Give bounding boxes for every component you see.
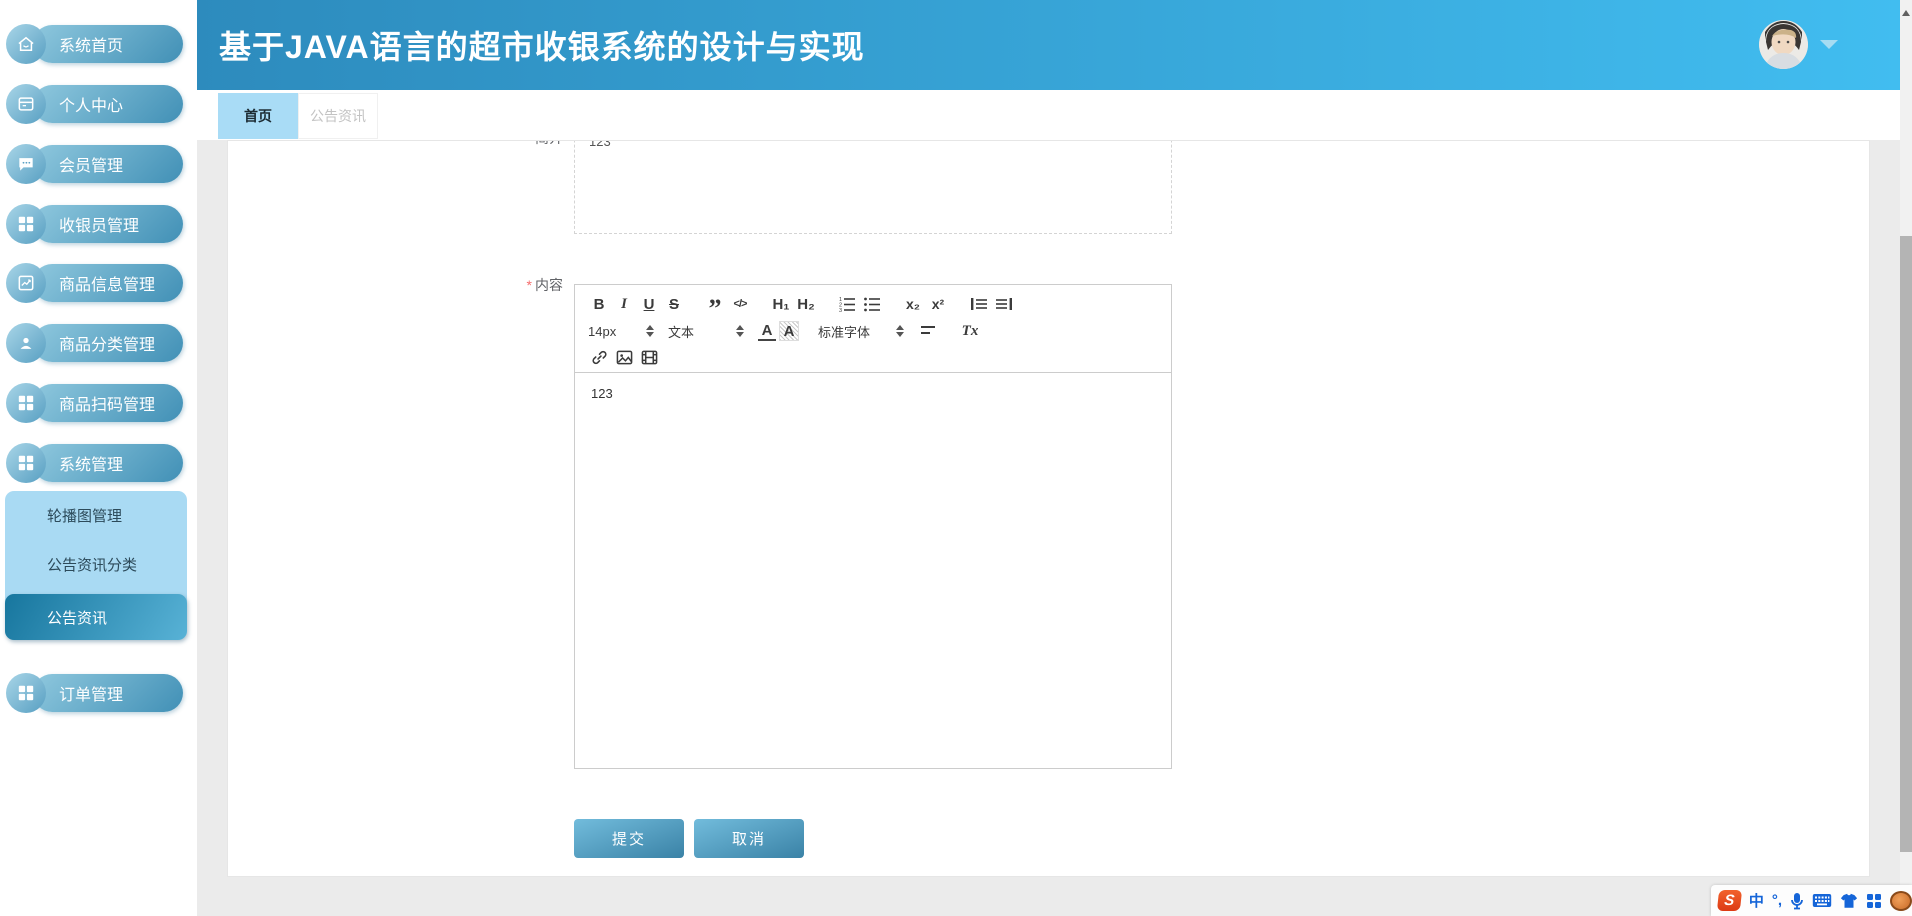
sidebar-item-product-scan-mgmt[interactable]: 商品扫码管理 (6, 383, 183, 423)
sidebar-item-label: 系统首页 (33, 25, 183, 63)
image-icon[interactable] (613, 345, 635, 369)
user-icon (6, 323, 46, 363)
spinner-icon (646, 325, 654, 337)
intro-textarea[interactable]: 123 (574, 141, 1172, 234)
spinner-icon (736, 325, 744, 337)
toolbar-row-2: 14px 文本 A A 标准字体 Tx (588, 319, 1158, 343)
sidebar-item-order-mgmt[interactable]: 订单管理 (6, 673, 183, 713)
heading2-button[interactable]: H₂ (795, 292, 817, 316)
content-label-text: 内容 (535, 277, 563, 293)
punctuation-mode-icon[interactable]: °, (1772, 892, 1782, 909)
toolbar-row-3 (588, 346, 1158, 368)
font-family-select[interactable]: 标准字体 (818, 322, 914, 341)
underline-button[interactable]: U (638, 292, 660, 316)
background-color-button[interactable]: A (779, 321, 799, 341)
grid-icon (6, 443, 46, 483)
sidebar-item-product-category-mgmt[interactable]: 商品分类管理 (6, 323, 183, 363)
intro-field-label: 简介 (228, 141, 563, 148)
microphone-icon[interactable] (1790, 892, 1804, 910)
rich-text-editor: B I U S ” </> H₁ H₂ 123 x₂ x² 14px 文本 A … (574, 284, 1172, 769)
font-size-value: 14px (588, 323, 617, 339)
sidebar-item-label: 收银员管理 (33, 205, 183, 243)
sidebar-item-label: 商品信息管理 (33, 264, 183, 302)
sidebar-item-label: 订单管理 (33, 674, 183, 712)
clear-format-button[interactable]: Tx (959, 319, 981, 343)
tab-notice[interactable]: 公告资讯 (298, 93, 378, 139)
editor-toolbar: B I U S ” </> H₁ H₂ 123 x₂ x² 14px 文本 A … (575, 285, 1171, 373)
tray-extra-icon[interactable] (1890, 890, 1912, 911)
link-icon[interactable] (588, 345, 610, 369)
superscript-button[interactable]: x² (927, 292, 949, 316)
editor-content-area[interactable]: 123 (575, 373, 1171, 768)
toolbar-row-1: B I U S ” </> H₁ H₂ 123 x₂ x² (588, 292, 1158, 322)
heading1-button[interactable]: H₁ (770, 292, 792, 316)
outdent-icon[interactable] (968, 292, 990, 316)
paragraph-format-value: 文本 (668, 324, 695, 340)
text-color-button[interactable]: A (758, 322, 776, 341)
sidebar-item-label: 商品扫码管理 (33, 384, 183, 422)
sidebar-item-member-mgmt[interactable]: 会员管理 (6, 144, 183, 184)
submit-button[interactable]: 提交 (574, 819, 684, 858)
app-window: 系统首页 个人中心 会员管理 收银员管理 商品信息管理 商品分类管理 商品扫码管… (0, 0, 1912, 916)
code-block-button[interactable]: </> (729, 292, 751, 316)
sidebar-item-label: 商品分类管理 (33, 324, 183, 362)
sidebar-item-label: 系统管理 (33, 444, 183, 482)
header: 基于JAVA语言的超市收银系统的设计与实现 (197, 0, 1900, 90)
profile-card-icon (6, 84, 46, 124)
sidebar-item-label: 个人中心 (33, 85, 183, 123)
subscript-button[interactable]: x₂ (902, 292, 924, 316)
submenu-item-notice-category[interactable]: 公告资讯分类 (47, 554, 137, 575)
bold-button[interactable]: B (588, 292, 610, 316)
sidebar: 系统首页 个人中心 会员管理 收银员管理 商品信息管理 商品分类管理 商品扫码管… (0, 0, 197, 916)
tab-home[interactable]: 首页 (218, 93, 298, 139)
chinese-mode-icon[interactable]: 中 (1749, 890, 1764, 911)
tab-bar: 首页 公告资讯 (197, 90, 1900, 140)
sidebar-item-product-info-mgmt[interactable]: 商品信息管理 (6, 263, 183, 303)
video-icon[interactable] (638, 345, 660, 369)
keyboard-icon[interactable] (1812, 893, 1832, 908)
toolbox-grid-icon[interactable] (1866, 893, 1882, 909)
line-height-icon[interactable] (918, 319, 940, 343)
cancel-button[interactable]: 取消 (694, 819, 804, 858)
ordered-list-icon[interactable]: 123 (836, 292, 858, 316)
home-icon (6, 24, 46, 64)
chart-icon (6, 263, 46, 303)
scroll-up-arrow[interactable] (1902, 3, 1910, 21)
sidebar-item-system-home[interactable]: 系统首页 (6, 24, 183, 64)
system-mgmt-submenu: 轮播图管理 公告资讯分类 公告资讯 (5, 491, 187, 640)
sogou-logo-icon[interactable]: S (1716, 890, 1742, 911)
font-size-select[interactable]: 14px (588, 324, 664, 339)
sidebar-item-cashier-mgmt[interactable]: 收银员管理 (6, 204, 183, 244)
grid-icon (6, 383, 46, 423)
strikethrough-button[interactable]: S (663, 292, 685, 316)
content-field-label: * 内容 (228, 275, 563, 295)
bullet-list-icon[interactable] (861, 292, 883, 316)
blockquote-button[interactable]: ” (704, 292, 726, 322)
page-title: 基于JAVA语言的超市收银系统的设计与实现 (219, 29, 865, 65)
ime-toolbar: S 中 °, (1711, 885, 1912, 916)
italic-button[interactable]: I (613, 292, 635, 316)
sidebar-item-personal-center[interactable]: 个人中心 (6, 84, 183, 124)
grid-icon (6, 673, 46, 713)
scrollbar-thumb[interactable] (1900, 236, 1912, 852)
svg-text:3: 3 (839, 308, 842, 313)
submenu-item-carousel-mgmt[interactable]: 轮播图管理 (47, 505, 122, 526)
chevron-down-icon[interactable] (1820, 40, 1838, 49)
indent-icon[interactable] (993, 292, 1015, 316)
form-card: 简介 123 *内容 B I U S ” </> H₁ H₂ (227, 140, 1870, 877)
required-asterisk: * (526, 277, 532, 293)
paragraph-format-select[interactable]: 文本 (668, 322, 754, 341)
chat-icon (6, 144, 46, 184)
sidebar-item-label: 会员管理 (33, 145, 183, 183)
vertical-scrollbar (1900, 0, 1912, 916)
avatar[interactable] (1759, 20, 1808, 69)
spinner-icon (896, 325, 904, 337)
sidebar-item-system-mgmt[interactable]: 系统管理 (6, 443, 183, 483)
font-family-value: 标准字体 (818, 324, 871, 340)
submenu-item-notice-active[interactable]: 公告资讯 (5, 594, 187, 640)
grid-icon (6, 204, 46, 244)
skin-tshirt-icon[interactable] (1840, 893, 1858, 909)
